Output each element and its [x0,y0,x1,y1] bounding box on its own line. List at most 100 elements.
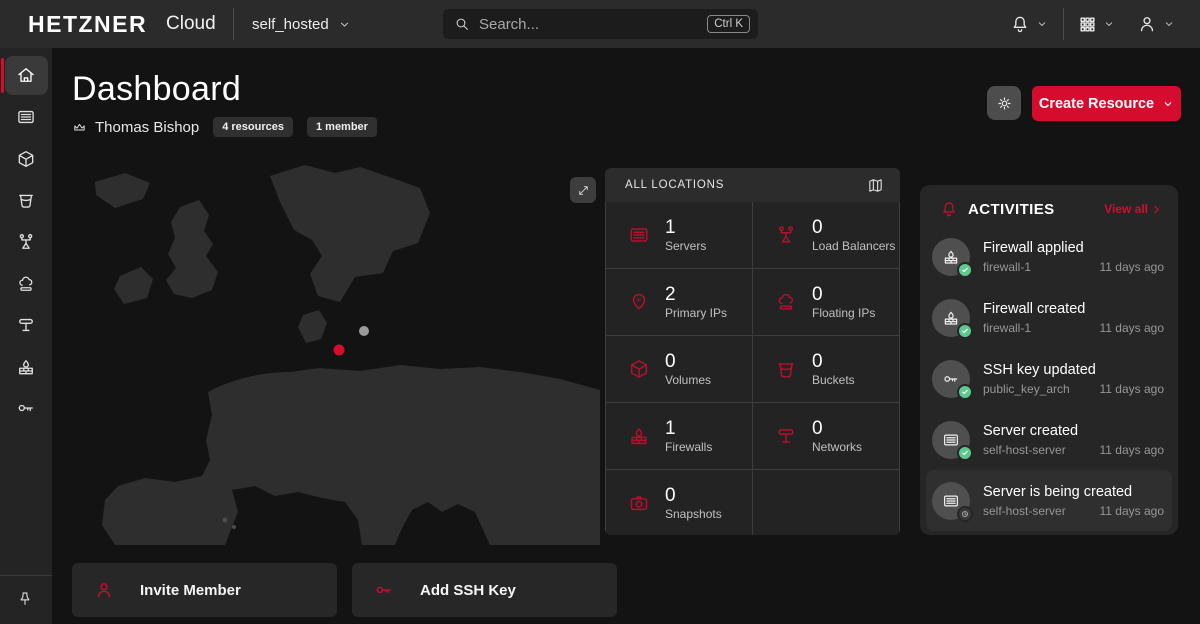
sidebar-item-firewalls[interactable] [16,357,36,377]
owner-name: Thomas Bishop [95,119,199,136]
sidebar-item-volumes[interactable] [16,149,36,169]
create-resource-button[interactable]: Create Resource [1032,86,1181,121]
expand-icon [577,184,590,197]
stat-firewalls[interactable]: 1Firewalls [606,403,752,469]
activity-item[interactable]: Server is being created self-host-server… [926,470,1172,531]
activity-item[interactable]: Firewall applied firewall-1 11 days ago [920,226,1178,287]
stat-count: 0 [812,351,855,373]
chevron-down-icon [1162,98,1174,110]
activities-header: ACTIVITIES View all [920,185,1178,226]
stat-snapshots[interactable]: 0Snapshots [606,470,752,535]
resources-count-badge: 4 resources [213,117,293,137]
activities-panel: ACTIVITIES View all Firewall applied fir… [920,185,1178,535]
account-menu[interactable] [1137,0,1175,48]
locations-header: ALL LOCATIONS [605,168,900,202]
sidebar-item-servers[interactable] [16,107,36,127]
stat-count: 0 [812,284,875,306]
stat-networks[interactable]: 0Networks [753,403,899,469]
activity-title: Server is being created [983,483,1164,503]
stat-buckets[interactable]: 0Buckets [753,336,899,402]
stat-count: 0 [812,217,895,239]
firewall-icon [942,309,960,327]
sidebar-item-ssh-keys[interactable] [16,398,36,418]
stat-load-balancers[interactable]: 0Load Balancers [753,202,899,268]
global-search[interactable]: Ctrl K [443,9,758,39]
server-icon [628,224,650,246]
project-owner-row: Thomas Bishop 4 resources 1 member [72,117,377,137]
stat-label: Networks [812,440,862,454]
activity-title: Firewall applied [983,239,1164,259]
key-icon [942,370,960,388]
map-marker-gray [359,326,369,336]
top-bar: HETZNER Cloud self_hosted Ctrl K [0,0,1200,48]
divider [1063,8,1064,40]
pin-icon [16,590,36,608]
view-all-label: View all [1104,202,1148,216]
map-uk [166,200,218,298]
map-mainland [102,365,600,545]
invite-member-label: Invite Member [140,582,241,599]
stat-label: Volumes [665,373,711,387]
notifications-menu[interactable] [1010,0,1048,48]
locations-stats-grid: 1Servers 0Load Balancers 2Primary IPs 0F… [605,202,900,535]
activity-item[interactable]: Server created self-host-server 11 days … [920,409,1178,470]
sidebar-item-floating-ips[interactable] [16,274,36,294]
stat-primary-ips[interactable]: 2Primary IPs [606,269,752,335]
activity-time: 11 days ago [1100,443,1165,457]
activity-resource: public_key_arch [983,382,1100,396]
activity-resource: self-host-server [983,443,1100,457]
members-count-badge: 1 member [307,117,377,137]
sidebar-item-networks[interactable] [16,315,36,335]
search-input[interactable] [479,16,707,33]
hetzner-logo[interactable]: HETZNER [28,0,147,48]
locations-title: ALL LOCATIONS [625,179,867,191]
sidebar-pin-toggle[interactable] [16,590,36,610]
activities-view-all-link[interactable]: View all [1104,202,1162,216]
activities-title: ACTIVITIES [968,201,1094,218]
sidebar-item-load-balancers[interactable] [16,232,36,252]
stat-count: 2 [665,284,727,306]
activity-item[interactable]: SSH key updated public_key_arch 11 days … [920,348,1178,409]
sidebar-item-dashboard[interactable] [16,65,36,85]
map-scandinavia [270,165,430,302]
stat-empty-cell [753,470,899,535]
stat-label: Floating IPs [812,306,875,320]
home-icon [16,65,36,85]
stat-label: Firewalls [665,440,712,454]
sidebar-item-buckets[interactable] [16,190,36,210]
stat-label: Load Balancers [812,239,895,253]
stat-label: Servers [665,239,706,253]
activity-resource: self-host-server [983,504,1100,518]
add-ssh-key-label: Add SSH Key [420,582,516,599]
apps-menu[interactable] [1078,0,1115,48]
primary-ip-icon [628,291,650,313]
ssh-keys-icon [16,398,36,418]
stat-volumes[interactable]: 0Volumes [606,336,752,402]
avatar [932,482,970,520]
chevron-down-icon [1163,18,1175,30]
europe-map[interactable] [60,160,600,545]
crown-icon [72,120,87,135]
activity-time: 11 days ago [1100,382,1165,396]
network-icon [775,425,797,447]
project-settings-button[interactable] [987,86,1021,120]
server-icon [942,431,960,449]
map-icon[interactable] [867,177,884,194]
networks-icon [16,315,36,335]
stat-label: Buckets [812,373,855,387]
stat-servers[interactable]: 1Servers [606,202,752,268]
activity-item[interactable]: Firewall created firewall-1 11 days ago [920,287,1178,348]
stat-count: 1 [665,418,712,440]
search-icon [454,16,470,32]
gear-icon [996,95,1013,112]
stat-floating-ips[interactable]: 0Floating IPs [753,269,899,335]
activity-time: 11 days ago [1100,260,1165,274]
invite-member-button[interactable]: Invite Member [72,563,337,617]
key-icon [374,580,394,600]
project-selector[interactable]: self_hosted [252,0,351,48]
add-ssh-key-button[interactable]: Add SSH Key [352,563,617,617]
create-resource-label: Create Resource [1039,96,1154,112]
pending-status-icon [957,506,973,522]
sidebar-nav [0,48,52,624]
map-expand-button[interactable] [570,177,596,203]
